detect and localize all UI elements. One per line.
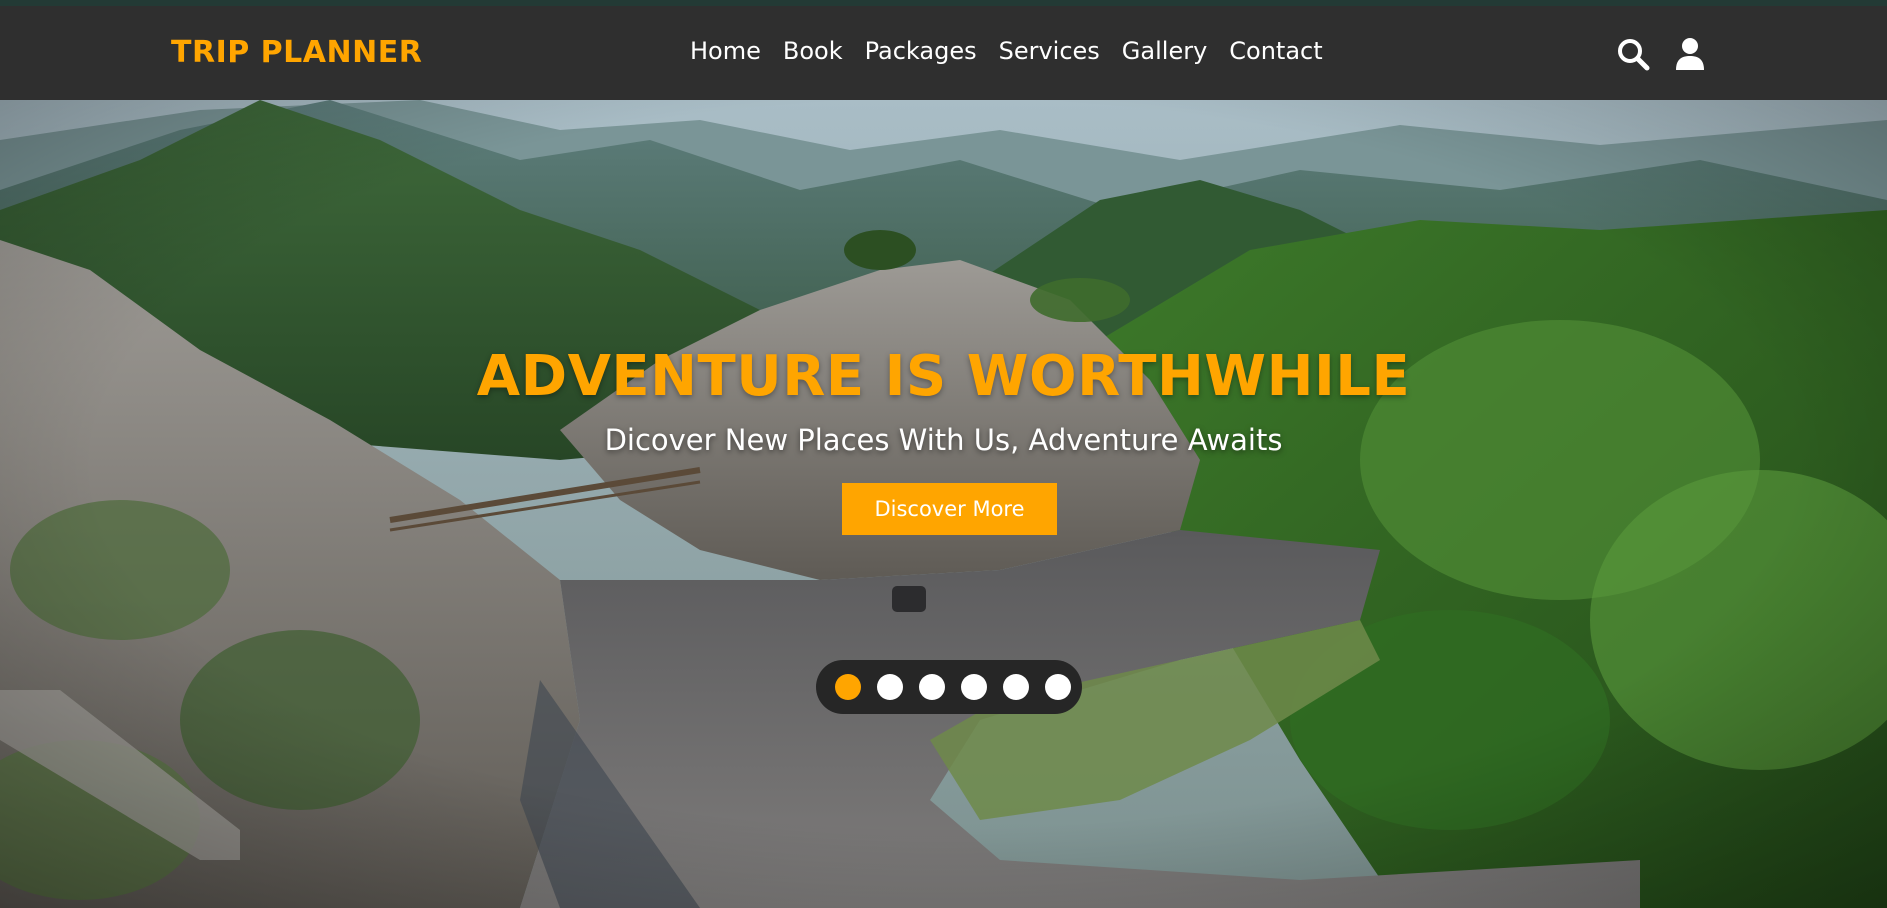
slide-dot-1[interactable]: [835, 674, 861, 700]
nav-link-gallery[interactable]: Gallery: [1122, 37, 1207, 65]
nav-link-packages[interactable]: Packages: [865, 37, 977, 65]
slide-dot-5[interactable]: [1003, 674, 1029, 700]
hero-content: ADVENTURE IS WORTHWHILE Dicover New Plac…: [0, 100, 1887, 908]
logo[interactable]: TRIP PLANNER: [171, 35, 422, 70]
hero-subline: Dicover New Places With Us, Adventure Aw…: [604, 423, 1283, 457]
nav-link-services[interactable]: Services: [999, 37, 1100, 65]
slide-dot-3[interactable]: [919, 674, 945, 700]
nav-link-home[interactable]: Home: [690, 37, 761, 65]
nav-link-contact[interactable]: Contact: [1229, 37, 1322, 65]
slide-dot-2[interactable]: [877, 674, 903, 700]
slide-indicators: [816, 660, 1082, 714]
slide-dot-4[interactable]: [961, 674, 987, 700]
navbar: TRIP PLANNER Home Book Packages Services…: [0, 6, 1887, 100]
search-icon[interactable]: [1616, 37, 1650, 75]
nav-link-book[interactable]: Book: [783, 37, 843, 65]
slide-dot-6[interactable]: [1045, 674, 1071, 700]
hero-headline: ADVENTURE IS WORTHWHILE: [476, 344, 1411, 409]
user-icon[interactable]: [1675, 37, 1705, 75]
discover-more-button[interactable]: Discover More: [842, 483, 1057, 535]
nav-links: Home Book Packages Services Gallery Cont…: [690, 37, 1345, 65]
hero-section: ADVENTURE IS WORTHWHILE Dicover New Plac…: [0, 100, 1887, 908]
